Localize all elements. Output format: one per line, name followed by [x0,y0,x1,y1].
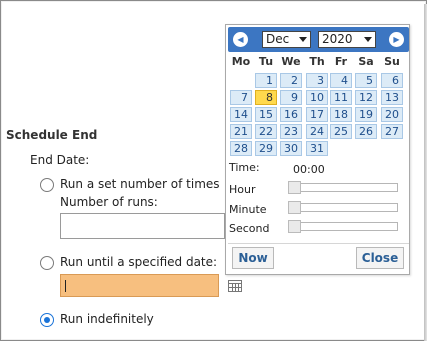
day-cell[interactable]: 19 [355,107,377,122]
calendar-header: ◀ Dec 2020 ▶ [228,27,409,52]
year-select[interactable]: 2020 [318,31,376,48]
day-cell[interactable]: 10 [306,90,328,105]
until-date-input[interactable] [60,274,219,297]
radio-until-date-label[interactable]: Run until a specified date: [60,255,217,269]
second-slider[interactable] [288,220,398,233]
button-divider [228,243,409,244]
radio-until-date[interactable] [40,256,54,270]
calendar-popup: ◀ Dec 2020 ▶ Mo Tu We Th Fr Sa Su 1 2 3 4 5 6 7 8 9 10 1… [225,24,410,275]
weekday-header: Mo [231,55,251,68]
now-button[interactable]: Now [232,247,274,269]
day-cell[interactable]: 14 [230,107,252,122]
radio-indefinitely-label[interactable]: Run indefinitely [60,312,154,326]
weekday-header: Sa [358,55,374,68]
end-date-label: End Date: [30,153,90,167]
day-cell[interactable]: 17 [306,107,328,122]
chevron-down-icon [299,37,307,42]
day-cell[interactable]: 6 [381,73,403,88]
day-cell[interactable]: 13 [381,90,403,105]
second-label: Second [229,222,270,235]
month-select[interactable]: Dec [262,31,311,48]
day-cell[interactable]: 4 [330,73,352,88]
day-cell[interactable]: 5 [355,73,377,88]
weekday-header: Fr [334,55,348,68]
day-cell[interactable]: 30 [280,141,302,156]
weekday-header: Su [384,55,400,68]
day-cell[interactable]: 11 [330,90,352,105]
minute-slider-handle[interactable] [288,201,301,214]
section-title: Schedule End [6,128,98,142]
day-cell[interactable]: 20 [381,107,403,122]
day-cell[interactable]: 29 [255,141,277,156]
time-value: 00:00 [293,163,325,176]
day-cell[interactable]: 26 [355,124,377,139]
radio-indefinitely[interactable] [40,313,54,327]
minute-slider[interactable] [288,201,398,214]
day-cell[interactable]: 7 [230,90,252,105]
chevron-right-icon[interactable]: ▶ [389,32,404,47]
day-cell[interactable]: 23 [280,124,302,139]
radio-run-times-label[interactable]: Run a set number of times [60,177,220,191]
chevron-left-icon[interactable]: ◀ [233,32,248,47]
day-cell[interactable]: 18 [330,107,352,122]
day-cell[interactable]: 2 [280,73,302,88]
day-cell[interactable]: 31 [306,141,328,156]
hour-slider-handle[interactable] [288,181,301,194]
day-cell[interactable]: 28 [230,141,252,156]
chevron-down-icon [364,37,372,42]
minute-label: Minute [229,203,267,216]
day-cell[interactable]: 21 [230,124,252,139]
day-cell[interactable]: 24 [306,124,328,139]
day-cell[interactable]: 22 [255,124,277,139]
day-cell[interactable]: 3 [306,73,328,88]
day-cell-today[interactable]: 8 [255,90,277,105]
month-select-value: Dec [266,32,290,46]
hour-label: Hour [229,183,256,196]
day-cell[interactable]: 16 [280,107,302,122]
calendar-icon[interactable] [228,280,242,292]
radio-run-times[interactable] [40,178,54,192]
time-label: Time: [229,161,260,174]
number-of-runs-label: Number of runs: [60,195,158,209]
day-cell[interactable]: 15 [255,107,277,122]
day-cell[interactable]: 12 [355,90,377,105]
day-cell[interactable]: 9 [280,90,302,105]
day-cell[interactable]: 25 [330,124,352,139]
weekday-header: Tu [258,55,274,68]
hour-slider[interactable] [288,181,398,194]
weekday-header: We [281,55,301,68]
text-cursor [65,280,66,292]
number-of-runs-input[interactable] [60,213,225,239]
day-cell[interactable]: 27 [381,124,403,139]
close-button[interactable]: Close [356,247,404,269]
day-cell[interactable]: 1 [255,73,277,88]
year-select-value: 2020 [322,32,353,46]
weekday-header: Th [309,55,325,68]
second-slider-handle[interactable] [288,220,301,233]
